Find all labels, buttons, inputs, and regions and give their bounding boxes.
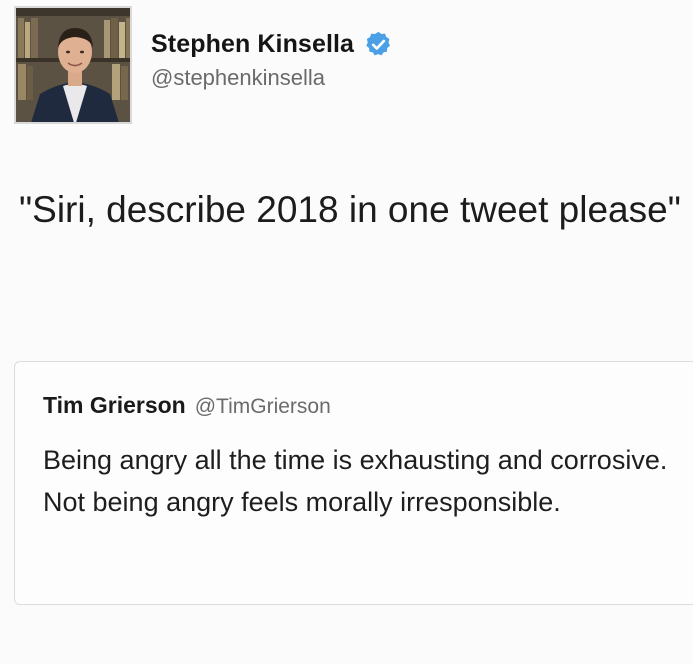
verified-badge-icon xyxy=(364,30,393,59)
quoted-author-handle[interactable]: @TimGrierson xyxy=(195,395,331,419)
quoted-tweet-text: Being angry all the time is exhausting a… xyxy=(43,445,668,517)
profile-photo-icon xyxy=(16,8,130,122)
quoted-author-name[interactable]: Tim Grierson xyxy=(43,392,186,419)
avatar[interactable] xyxy=(14,6,132,124)
author-info: Stephen Kinsella @stephenkinsella xyxy=(151,30,393,91)
author-name-row: Stephen Kinsella xyxy=(151,30,393,59)
author-name[interactable]: Stephen Kinsella xyxy=(151,30,354,59)
tweet: Stephen Kinsella @stephenkinsella "Siri,… xyxy=(0,0,693,664)
quoted-tweet[interactable]: Tim Grierson @TimGrierson Being angry al… xyxy=(14,361,693,605)
author-handle[interactable]: @stephenkinsella xyxy=(151,65,393,91)
tweet-text: "Siri, describe 2018 in one tweet please… xyxy=(19,189,681,230)
quoted-tweet-header: Tim Grierson @TimGrierson xyxy=(43,392,331,419)
